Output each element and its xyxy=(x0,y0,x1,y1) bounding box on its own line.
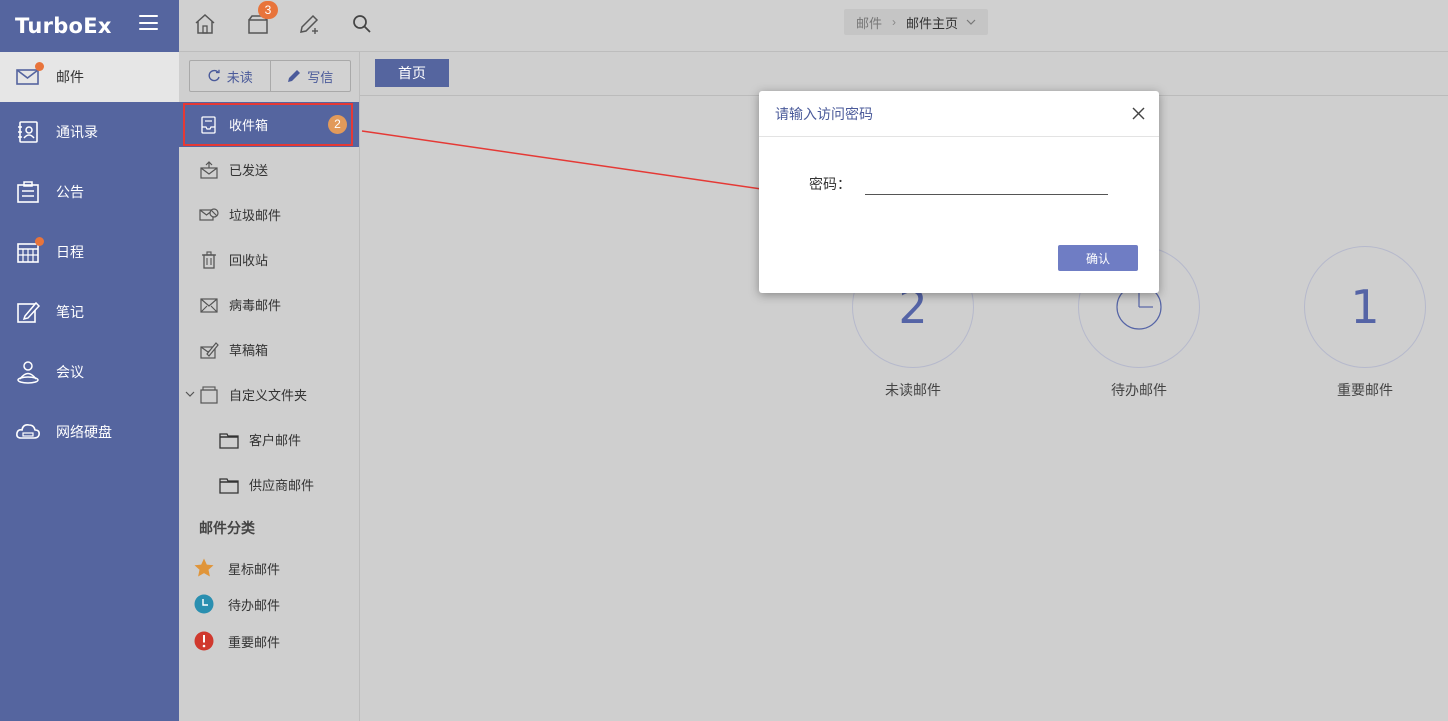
folder-customer-mail[interactable]: 客户邮件 xyxy=(179,417,359,462)
category-todo[interactable]: 待办邮件 xyxy=(193,589,280,619)
nav-item-contacts[interactable]: 通讯录 xyxy=(0,102,179,162)
folder-sent[interactable]: 已发送 xyxy=(179,147,359,192)
tasks-badge: 3 xyxy=(258,1,278,19)
announcement-icon xyxy=(15,179,41,205)
pencil-icon xyxy=(288,70,301,82)
stat-important-count[interactable]: 1 xyxy=(1304,246,1426,368)
dialog-header: 请输入访问密码 xyxy=(759,91,1159,137)
nav-item-mail[interactable]: 邮件 xyxy=(0,52,179,102)
sent-icon xyxy=(199,160,219,180)
note-icon xyxy=(15,299,41,325)
clock-icon xyxy=(194,594,214,614)
folder-icon xyxy=(219,475,239,495)
inbox-icon xyxy=(199,115,219,135)
nav-item-label: 会议 xyxy=(56,364,84,380)
folder-custom[interactable]: 自定义文件夹 xyxy=(179,372,359,417)
nav-item-meeting[interactable]: 会议 xyxy=(0,342,179,402)
calendar-notification-dot xyxy=(35,237,44,246)
left-nav: TurboEx 邮件 通讯录 公告 日程 笔记 会议 网络硬盘 xyxy=(0,0,179,721)
chevron-down-icon[interactable] xyxy=(185,389,195,399)
category-important[interactable]: 重要邮件 xyxy=(193,626,280,656)
nav-item-label: 通讯录 xyxy=(56,124,98,140)
stat-important-label: 重要邮件 xyxy=(1337,382,1393,398)
virus-mail-icon xyxy=(199,295,219,315)
nav-item-label: 公告 xyxy=(56,184,84,200)
top-bar: 3 邮件 › 邮件主页 xyxy=(179,0,1448,52)
nav-item-label: 笔记 xyxy=(56,304,84,320)
folder-trash[interactable]: 回收站 xyxy=(179,237,359,282)
confirm-button[interactable]: 确认 xyxy=(1058,245,1138,271)
contacts-icon xyxy=(15,119,41,145)
app-logo: TurboEx xyxy=(15,14,112,38)
password-input[interactable] xyxy=(865,171,1108,195)
dialog-title: 请输入访问密码 xyxy=(775,105,873,122)
folder-supplier-mail[interactable]: 供应商邮件 xyxy=(179,462,359,507)
folder-icon xyxy=(219,430,239,450)
mail-folder-panel: 未读 写信 收件箱 2 已发送 垃圾邮件 回收站 病毒邮件 草稿箱 自定义文件夹… xyxy=(179,52,360,721)
mail-actions: 未读 写信 xyxy=(189,60,351,92)
cloud-drive-icon xyxy=(15,419,41,445)
nav-item-label: 网络硬盘 xyxy=(56,424,112,440)
mail-icon xyxy=(15,62,44,90)
drafts-icon xyxy=(199,340,219,360)
nav-item-notes[interactable]: 笔记 xyxy=(0,282,179,342)
tab-home[interactable]: 首页 xyxy=(375,59,449,87)
stat-todo-label: 待办邮件 xyxy=(1111,382,1167,398)
nav-item-calendar[interactable]: 日程 xyxy=(0,222,179,282)
compose-button[interactable]: 写信 xyxy=(269,61,351,91)
logo-bar: TurboEx xyxy=(0,0,179,52)
refresh-icon xyxy=(208,69,220,82)
unread-button[interactable]: 未读 xyxy=(190,61,270,91)
folder-inbox[interactable]: 收件箱 2 xyxy=(179,102,359,147)
folder-icon xyxy=(199,385,219,405)
mail-notification-dot xyxy=(35,62,44,71)
stat-unread-label: 未读邮件 xyxy=(885,382,941,398)
star-icon xyxy=(194,558,214,577)
spam-icon xyxy=(199,205,219,225)
breadcrumb-parent[interactable]: 邮件 xyxy=(856,13,882,32)
trash-icon xyxy=(199,250,219,270)
meeting-icon xyxy=(15,359,41,385)
category-starred[interactable]: 星标邮件 xyxy=(193,553,280,583)
password-label: 密码： xyxy=(809,176,851,192)
nav-item-label: 邮件 xyxy=(56,69,84,85)
folder-virus-mail[interactable]: 病毒邮件 xyxy=(179,282,359,327)
nav-item-cloud-drive[interactable]: 网络硬盘 xyxy=(0,402,179,462)
nav-item-label: 日程 xyxy=(56,244,84,260)
search-icon[interactable] xyxy=(350,12,374,36)
folder-drafts[interactable]: 草稿箱 xyxy=(179,327,359,372)
calendar-icon xyxy=(15,237,44,265)
chevron-down-icon[interactable] xyxy=(966,17,976,27)
nav-item-announcement[interactable]: 公告 xyxy=(0,162,179,222)
breadcrumb[interactable]: 邮件 › 邮件主页 xyxy=(844,9,989,35)
hamburger-menu-icon[interactable] xyxy=(139,15,158,30)
tab-bar: 首页 xyxy=(360,52,1448,96)
inbox-unread-badge: 2 xyxy=(328,115,347,134)
breadcrumb-separator-icon: › xyxy=(892,15,897,29)
stat-important[interactable]: 1 重要邮件 xyxy=(1304,246,1426,400)
exclamation-icon xyxy=(194,631,214,651)
compose-pen-icon[interactable] xyxy=(297,12,321,36)
home-icon[interactable] xyxy=(193,12,217,36)
folder-spam[interactable]: 垃圾邮件 xyxy=(179,192,359,237)
breadcrumb-current: 邮件主页 xyxy=(906,15,959,31)
password-dialog: 请输入访问密码 密码： 确认 xyxy=(759,91,1159,293)
close-icon[interactable] xyxy=(1132,107,1145,120)
mail-category-title: 邮件分类 xyxy=(199,520,255,536)
